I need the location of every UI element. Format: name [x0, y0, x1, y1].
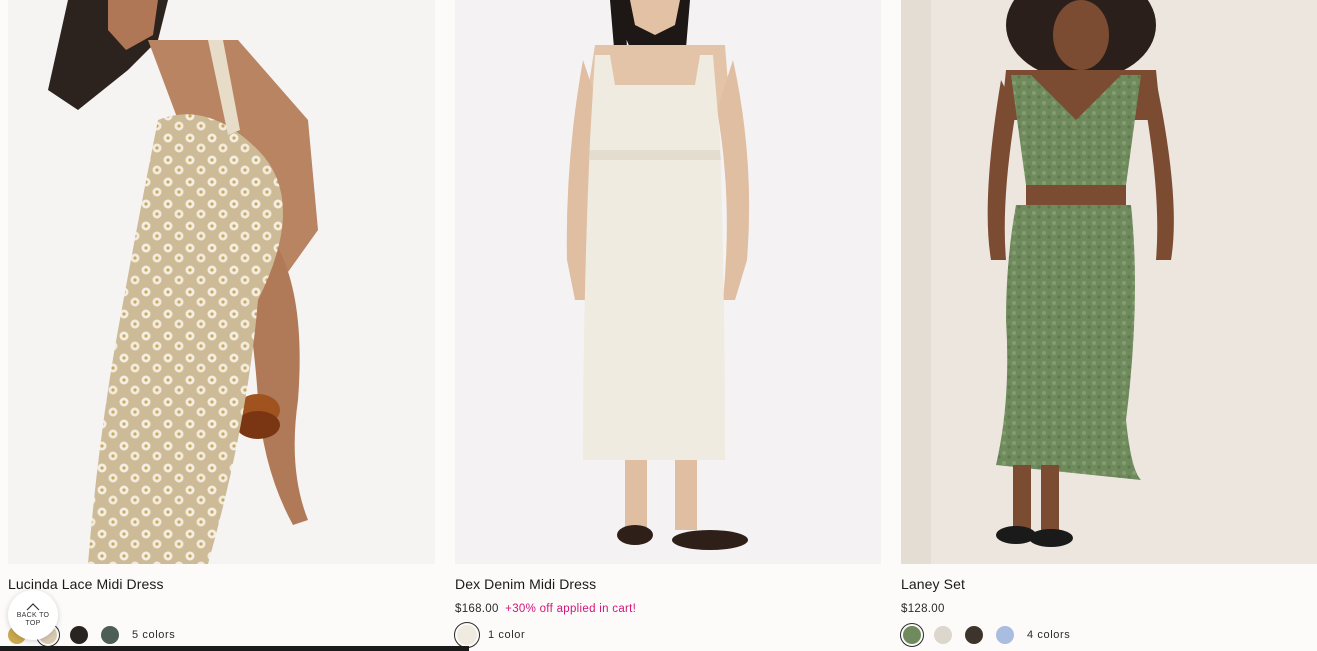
- product-price: $168.00: [455, 603, 499, 615]
- product-card[interactable]: Dex Denim Midi Dress $168.00 +30% off ap…: [454, 0, 881, 648]
- back-to-top-button[interactable]: BACK TO TOP: [8, 590, 58, 640]
- color-count[interactable]: 4 colors: [1027, 629, 1070, 641]
- product-grid: Lucinda Lace Midi Dress 5 colors Dex Den…: [0, 0, 1317, 651]
- color-swatch[interactable]: [934, 626, 952, 644]
- color-swatch[interactable]: [965, 626, 983, 644]
- color-swatch[interactable]: [70, 626, 88, 644]
- bottom-bar: [0, 646, 469, 651]
- product-image[interactable]: [901, 0, 1317, 564]
- chevron-up-icon: [26, 603, 40, 611]
- product-image[interactable]: [8, 0, 435, 564]
- product-name[interactable]: Laney Set: [901, 576, 965, 592]
- product-card[interactable]: Lucinda Lace Midi Dress 5 colors: [8, 0, 435, 647]
- color-swatches: 4 colors: [900, 623, 1070, 647]
- color-count[interactable]: 1 color: [488, 629, 525, 641]
- product-name[interactable]: Dex Denim Midi Dress: [455, 576, 596, 592]
- back-to-top-label: BACK TO TOP: [16, 612, 50, 627]
- product-price: $128.00: [901, 603, 945, 615]
- promo-text: +30% off applied in cart!: [505, 603, 637, 615]
- price-row: $168.00 +30% off applied in cart!: [455, 603, 636, 615]
- color-swatch[interactable]: [101, 626, 119, 644]
- color-swatch-selected[interactable]: [454, 622, 480, 648]
- color-count[interactable]: 5 colors: [132, 629, 175, 641]
- lace-dress-photo: [8, 0, 435, 564]
- product-image[interactable]: [455, 0, 881, 564]
- green-set-photo: [901, 0, 1317, 564]
- price-row: $128.00: [901, 603, 945, 615]
- product-card[interactable]: Laney Set $128.00 4 colors: [900, 0, 1317, 647]
- color-swatches: 1 color: [454, 622, 525, 648]
- white-dress-photo: [455, 0, 881, 564]
- color-swatch[interactable]: [996, 626, 1014, 644]
- color-swatch-selected[interactable]: [900, 623, 924, 647]
